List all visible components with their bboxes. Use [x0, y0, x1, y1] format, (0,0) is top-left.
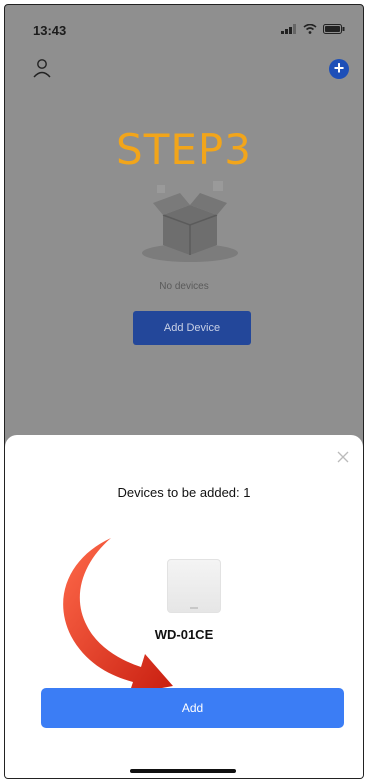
device-led [190, 607, 198, 609]
user-icon[interactable] [31, 57, 53, 79]
no-devices-text: No devices [159, 281, 209, 292]
status-time: 13:43 [33, 23, 67, 38]
step-label: STEP3 [116, 125, 252, 174]
red-arrow-icon [63, 538, 174, 694]
add-devices-sheet: Devices to be added: 1 WD-01CE Add [5, 435, 363, 778]
close-icon[interactable] [335, 449, 351, 465]
status-bar: 13:43 [5, 5, 363, 55]
add-button[interactable]: Add [41, 688, 344, 728]
add-device-button[interactable]: Add Device [133, 311, 251, 345]
phone-screen: 13:43 + STEP3 No devices Add Device Devi… [4, 4, 364, 779]
sheet-title: Devices to be added: 1 [117, 485, 251, 500]
signal-icon [281, 24, 296, 34]
home-indicator [130, 769, 236, 773]
wifi-icon [303, 24, 317, 34]
battery-icon [323, 24, 345, 34]
status-icons [281, 24, 345, 34]
add-plus-icon[interactable]: + [329, 59, 349, 79]
empty-box-icon [142, 181, 238, 262]
